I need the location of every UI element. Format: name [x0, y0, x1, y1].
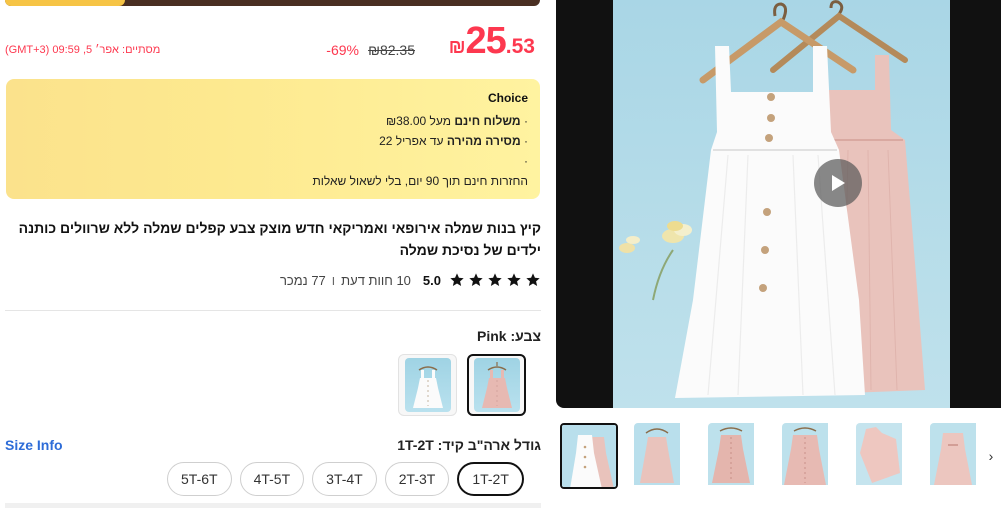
price-integer: 25: [465, 20, 507, 62]
original-price: ₪82.35: [368, 42, 415, 58]
size-option-5t-6t[interactable]: 5T-6T: [167, 462, 232, 496]
play-icon: [832, 175, 845, 191]
rating-score: 5.0: [422, 272, 441, 288]
thumbnail-next-button[interactable]: ›: [984, 447, 998, 465]
choice-benefits-box[interactable]: Choice · משלוח חינם מעל ₪38.00 · מסירה מ…: [6, 79, 540, 199]
rating-row[interactable]: 5.0 10 חוות דעת ו 77 נמכר: [5, 272, 541, 288]
thumbnail-pink-flat[interactable]: [856, 423, 914, 489]
current-price: ₪25.53: [445, 20, 535, 63]
free-shipping-line: · משלוח חינם מעל ₪38.00: [385, 114, 528, 128]
thumbnail-pink-front[interactable]: [634, 423, 692, 489]
product-title: קיץ בנות שמלה אירופאי ואמריקאי חדש מוצק …: [18, 220, 541, 258]
size-label: גודל ארה"ב קיד: 1T-2T: [397, 437, 541, 453]
sale-timer: מסתיים: אפר׳ 5, 09:59 (GMT+3): [5, 44, 161, 56]
divider: [5, 310, 541, 311]
reviews-count[interactable]: 10 חוות דעת: [341, 273, 411, 288]
star-icon: [450, 273, 464, 286]
top-banner-strip: [5, 0, 540, 6]
thumbnail-pink-back[interactable]: [930, 423, 988, 489]
chevron-right-icon: ›: [988, 448, 994, 464]
free-returns-line: החזרות חינם תוך 90 יום, בלי לשאול שאלות: [312, 174, 528, 188]
color-label: צבע: Pink: [477, 328, 541, 344]
rating-stars: [449, 272, 541, 288]
sold-count: 77 נמכר: [279, 272, 326, 288]
main-product-image[interactable]: [613, 0, 950, 408]
size-option-3t-4t[interactable]: 3T-4T: [312, 462, 377, 496]
bottom-fade: [5, 503, 541, 508]
fast-delivery-line: · מסירה מהירה עד אפריל 22: [379, 134, 528, 148]
size-option-4t-5t[interactable]: 4T-5T: [239, 462, 305, 496]
size-option-1t-2t[interactable]: 1T-2T: [457, 462, 524, 496]
rating-separator: ו: [331, 272, 336, 288]
star-icon: [526, 273, 540, 286]
star-icon: [507, 273, 521, 286]
price-decimal: .53: [505, 35, 535, 58]
color-swatches: [398, 354, 526, 416]
price-row: ₪25.53 ₪82.35 69%- מסתיים: אפר׳ 5, 09:59…: [5, 20, 535, 64]
star-icon: [488, 273, 502, 286]
bullet-line: ·: [524, 154, 528, 168]
thumbnail-strip: [556, 421, 1001, 491]
size-options: 1T-2T 2T-3T 3T-4T 4T-5T 5T-6T: [167, 462, 524, 496]
star-icon: [469, 273, 483, 286]
product-gallery[interactable]: [556, 0, 1001, 408]
thumbnail-white-pink[interactable]: [560, 423, 618, 489]
swatch-white[interactable]: [398, 354, 457, 416]
size-row: Size Info גודל ארה"ב קיד: 1T-2T: [5, 436, 541, 456]
thumbnail-pink-hanger[interactable]: [708, 423, 766, 489]
choice-title: Choice: [487, 91, 528, 105]
thumbnail-pink-detail[interactable]: [782, 423, 840, 489]
price-currency: ₪: [448, 37, 466, 58]
swatch-pink[interactable]: [467, 354, 526, 416]
size-option-2t-3t[interactable]: 2T-3T: [384, 462, 450, 496]
play-video-button[interactable]: [814, 159, 862, 207]
discount-percent: 69%-: [326, 42, 359, 58]
size-info-link[interactable]: Size Info: [5, 437, 63, 453]
